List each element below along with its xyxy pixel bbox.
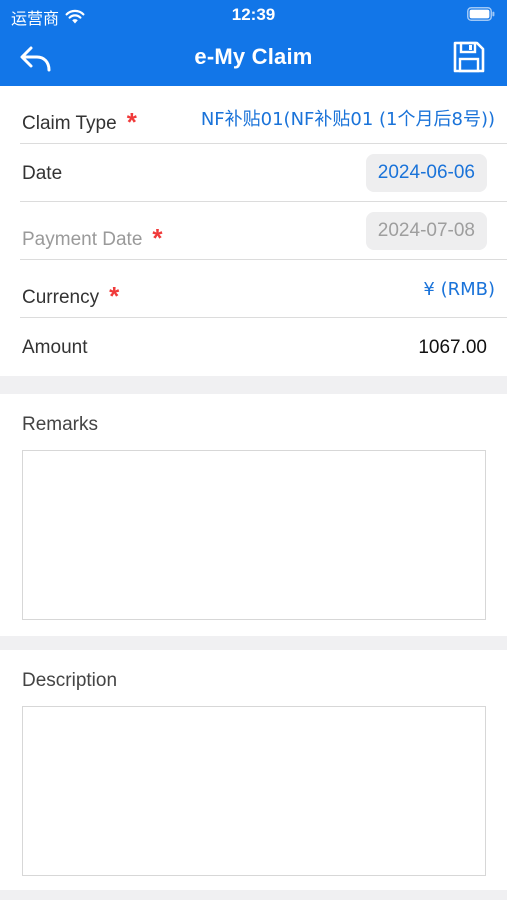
required-marker: *	[109, 281, 120, 311]
remarks-textarea[interactable]	[22, 450, 486, 620]
remarks-label: Remarks	[22, 414, 99, 435]
amount-row: Amount 1067.00	[20, 318, 507, 376]
claim-form: Claim Type * NF补贴01(NF补贴01 (1个月后8号)) Date…	[0, 86, 507, 376]
required-marker: *	[152, 223, 163, 253]
top-bar: 运营商 12:39 e-My Claim	[0, 0, 507, 86]
status-time: 12:39	[231, 5, 276, 24]
amount-label: Amount	[22, 337, 88, 358]
remarks-section: Remarks	[0, 394, 507, 636]
payment-date-row: Payment Date * 2024-07-08	[20, 202, 507, 260]
payment-date-label: Payment Date *	[22, 223, 163, 253]
currency-value[interactable]: ¥ (RMB)	[423, 279, 495, 300]
back-arrow-icon[interactable]	[18, 40, 54, 76]
required-marker: *	[126, 107, 137, 137]
claim-type-row[interactable]: Claim Type * NF补贴01(NF补贴01 (1个月后8号))	[20, 86, 507, 144]
battery-icon	[467, 7, 495, 21]
payment-date-picker: 2024-07-08	[365, 212, 487, 250]
claim-form-screen: 运营商 12:39 e-My Claim Claim Type * NF补贴01…	[0, 0, 507, 900]
claim-type-label: Claim Type *	[22, 107, 137, 137]
currency-label: Currency *	[22, 281, 120, 311]
description-textarea[interactable]	[22, 706, 486, 876]
description-section: Description	[0, 650, 507, 890]
amount-value[interactable]: 1067.00	[418, 337, 487, 359]
page-title: e-My Claim	[194, 44, 313, 69]
currency-row[interactable]: Currency * ¥ (RMB)	[20, 260, 507, 318]
date-row: Date 2024-06-06	[20, 144, 507, 202]
claim-type-value[interactable]: NF补贴01(NF补贴01 (1个月后8号))	[201, 105, 495, 131]
date-label: Date	[22, 163, 63, 184]
status-bar: 运营商 12:39	[0, 0, 507, 30]
date-picker[interactable]: 2024-06-06	[365, 154, 487, 192]
description-label: Description	[22, 670, 118, 691]
floppy-save-icon[interactable]	[451, 39, 487, 75]
nav-bar: e-My Claim	[0, 30, 507, 86]
